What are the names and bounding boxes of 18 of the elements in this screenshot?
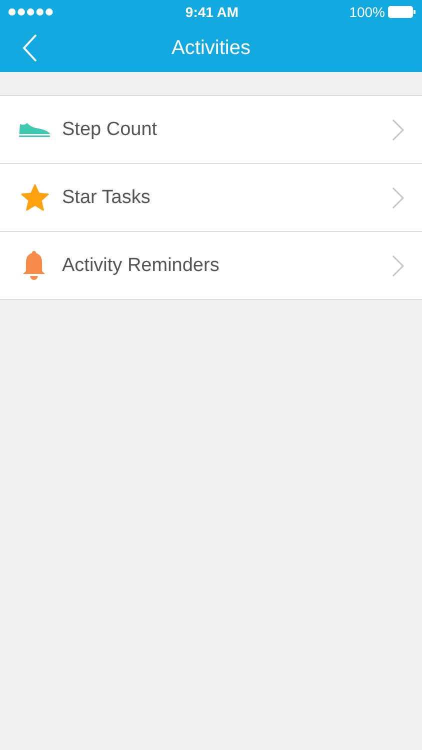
- bell-icon: [22, 250, 46, 281]
- menu-item[interactable]: Star Tasks: [0, 164, 422, 232]
- back-icon: [22, 34, 38, 62]
- star-icon: [21, 184, 49, 211]
- item-label: Activity Reminders: [62, 254, 220, 276]
- item-label: Step Count: [62, 118, 158, 140]
- battery-percent: 100%: [349, 4, 385, 20]
- menu-item[interactable]: Step Count: [0, 96, 422, 164]
- status-time: 9:41 AM: [185, 4, 239, 20]
- chevron-icon: [392, 118, 404, 140]
- menu-item[interactable]: Activity Reminders: [0, 232, 422, 300]
- shoe-icon: [18, 122, 51, 138]
- signal-icon: [8, 8, 54, 16]
- chevron-icon: [392, 186, 404, 208]
- item-label: Star Tasks: [62, 186, 152, 208]
- battery-icon: [388, 6, 416, 18]
- chevron-icon: [392, 254, 404, 276]
- screen-title: Activities: [172, 36, 250, 60]
